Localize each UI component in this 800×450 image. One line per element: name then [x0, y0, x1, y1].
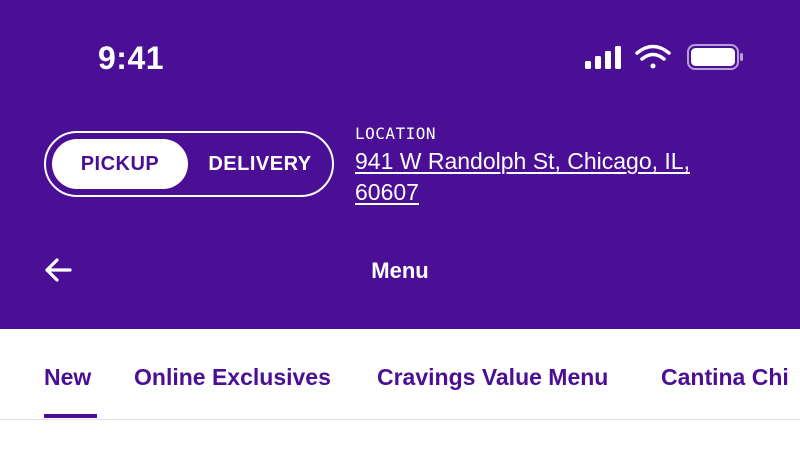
- battery-icon: [687, 44, 743, 70]
- location-address-link[interactable]: 941 W Randolph St, Chicago, IL, 60607: [355, 146, 735, 208]
- app-header: 9:41 PICKUP DELIVERY LOCATION 941 W Rand…: [0, 0, 800, 329]
- order-mode-toggle[interactable]: PICKUP DELIVERY: [44, 131, 334, 197]
- page-title: Menu: [371, 258, 429, 283]
- delivery-option[interactable]: DELIVERY: [192, 139, 328, 189]
- status-time: 9:41: [98, 40, 165, 76]
- status-icons: [585, 44, 743, 70]
- pickup-option[interactable]: PICKUP: [52, 139, 188, 189]
- tab-online-exclusives[interactable]: Online Exclusives: [134, 362, 331, 392]
- signal-icon: [585, 46, 621, 69]
- tab-new[interactable]: New: [44, 362, 91, 392]
- wifi-icon: [635, 44, 671, 69]
- tab-cravings-value-menu[interactable]: Cravings Value Menu: [377, 362, 608, 392]
- location-label: LOCATION: [355, 124, 437, 143]
- category-tabs: New Online Exclusives Cravings Value Men…: [0, 329, 800, 420]
- tab-cantina-chi[interactable]: Cantina Chi: [661, 362, 789, 392]
- active-tab-indicator: [44, 414, 97, 418]
